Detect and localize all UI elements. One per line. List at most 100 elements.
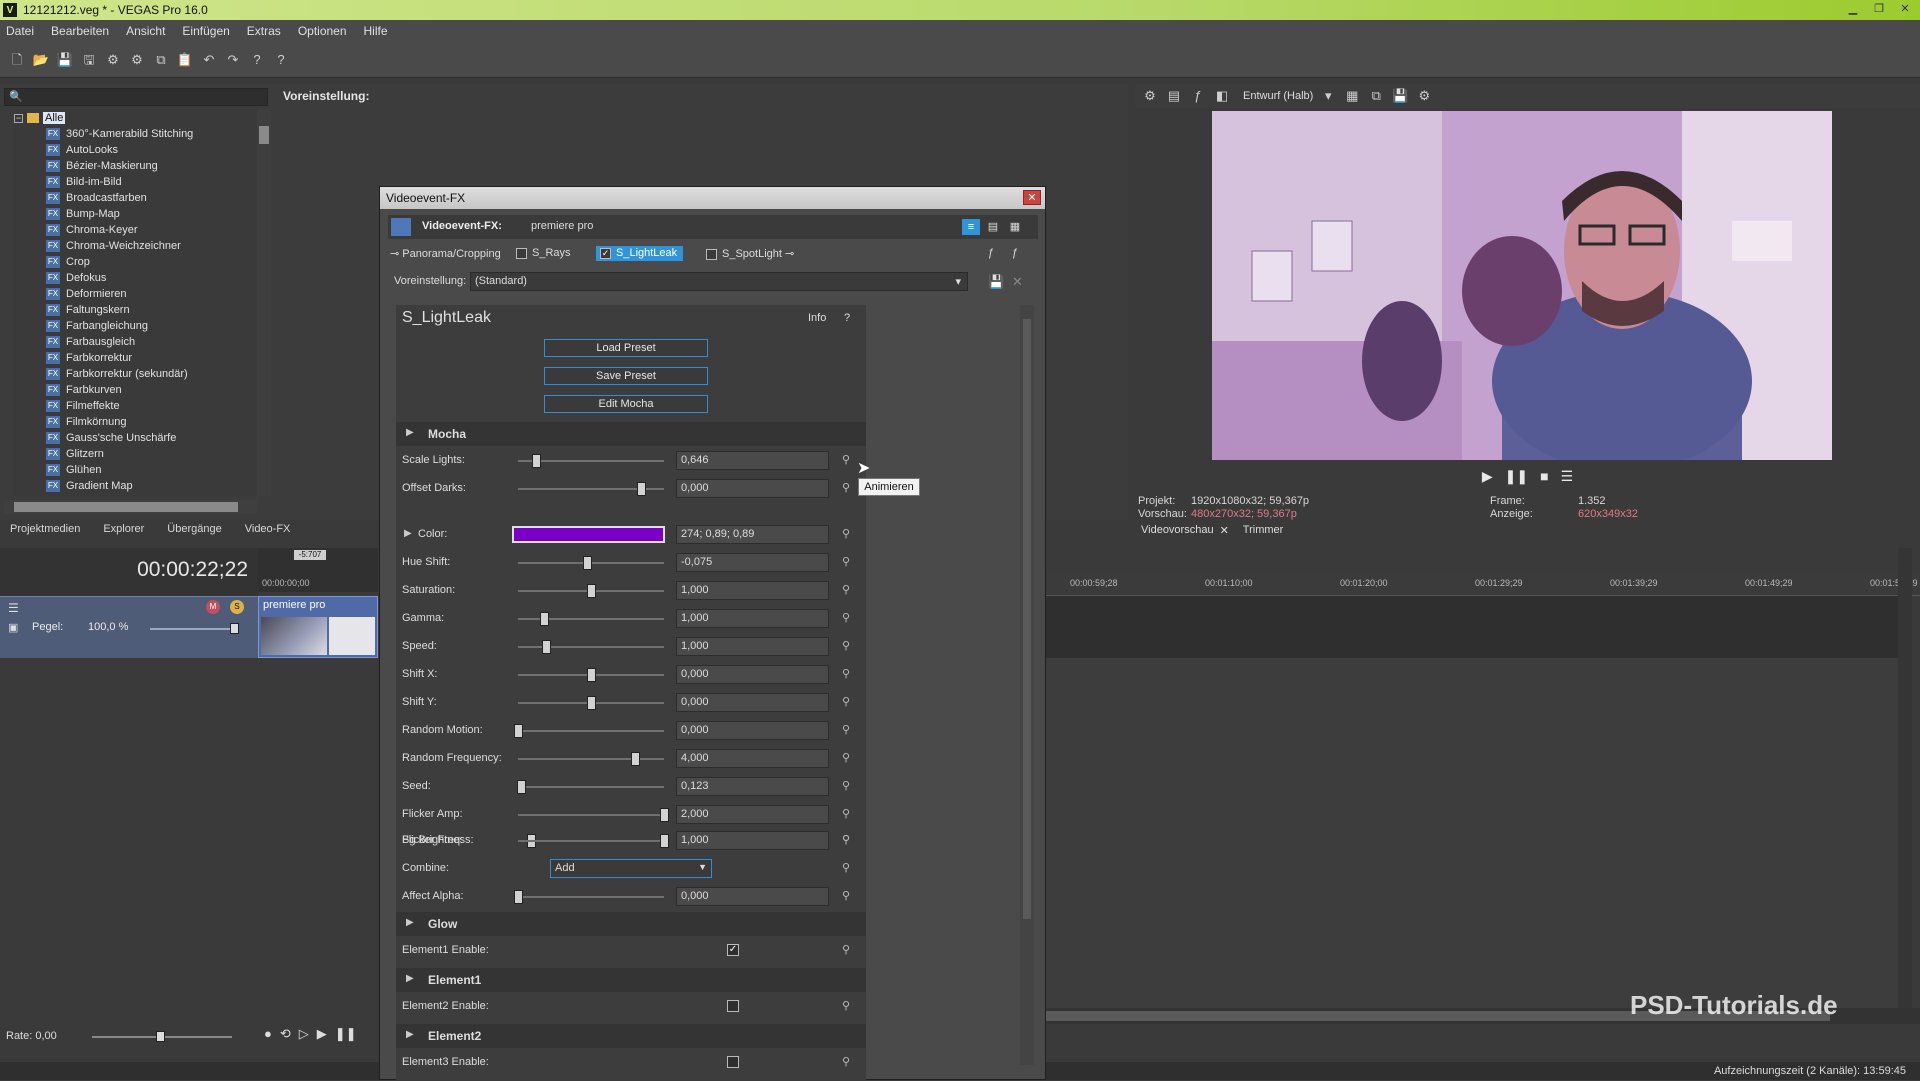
slider-knob[interactable]: [630, 752, 640, 766]
external-monitor-icon[interactable]: ⚙: [1415, 87, 1433, 105]
color-swatch[interactable]: [512, 526, 665, 543]
param-value[interactable]: 1,000: [676, 637, 829, 656]
track-level-slider[interactable]: [150, 623, 239, 634]
slider-knob[interactable]: [531, 454, 541, 468]
chain-item-sspotlight[interactable]: S_SpotLight ⊸: [706, 247, 794, 260]
slider-knob[interactable]: [514, 890, 523, 904]
timeline-ruler-left[interactable]: -5:707 00:00:00;00: [258, 548, 378, 592]
copy-icon[interactable]: ⧉: [152, 51, 170, 69]
param-value[interactable]: 1,000: [676, 831, 829, 850]
dialog-preset-select[interactable]: (Standard) ▾: [470, 272, 968, 291]
animate-keyframe-icon[interactable]: ⚲: [839, 723, 853, 737]
fx-list-item[interactable]: FX AutoLooks: [14, 142, 257, 158]
fx-icon[interactable]: ƒ: [1189, 87, 1207, 105]
fx-search-input[interactable]: 🔍: [4, 88, 268, 106]
section-element1[interactable]: ▶ Element1: [396, 968, 866, 992]
param-slider[interactable]: [518, 752, 664, 766]
delete-preset-icon[interactable]: ✕: [1012, 274, 1023, 290]
tree-root[interactable]: − Alle: [14, 110, 257, 126]
tab-videovorschau[interactable]: Videovorschau: [1141, 524, 1214, 536]
collapse-icon[interactable]: −: [14, 113, 23, 123]
fx-list-item[interactable]: FX Filmkörnung: [14, 414, 257, 430]
edit-mocha-button[interactable]: Edit Mocha: [544, 395, 708, 413]
loop-icon[interactable]: ⟲: [280, 1026, 291, 1042]
tab-uebergaenge[interactable]: Übergänge: [157, 523, 234, 535]
param-slider[interactable]: [518, 640, 664, 654]
undo-icon[interactable]: ↶: [200, 51, 218, 69]
param-value[interactable]: 1,000: [676, 609, 829, 628]
chain-sspotlight-checkbox[interactable]: [706, 248, 717, 260]
param-value[interactable]: 0,000: [676, 693, 829, 712]
copy-snapshot-icon[interactable]: ⧉: [1367, 87, 1385, 105]
param-value[interactable]: 0,000: [676, 721, 829, 740]
fx-list-item[interactable]: FX Farbangleichung: [14, 318, 257, 334]
animate-keyframe-icon[interactable]: ⚲: [839, 555, 853, 569]
record-icon[interactable]: ●: [264, 1026, 272, 1042]
chain-item-slightleak[interactable]: ✓ S_LightLeak: [596, 246, 684, 261]
slider-knob[interactable]: [540, 612, 550, 626]
play-icon[interactable]: ▶: [317, 1026, 327, 1042]
slider-knob[interactable]: [582, 556, 592, 570]
list-view-icon[interactable]: ≡: [962, 219, 980, 235]
expand-arrow-icon[interactable]: ▶: [404, 528, 412, 539]
dialog-close-button[interactable]: ✕: [1023, 190, 1041, 205]
animate-keyframe-icon[interactable]: ⚲: [839, 779, 853, 793]
solo-icon[interactable]: S: [230, 600, 244, 614]
preview-stop-icon[interactable]: ■: [1540, 468, 1548, 484]
tab-explorer[interactable]: Explorer: [93, 523, 157, 535]
slider-knob[interactable]: [660, 808, 669, 822]
menu-bearbeiten[interactable]: Bearbeiten: [51, 24, 109, 38]
chevron-down-icon[interactable]: ▾: [1319, 87, 1337, 105]
tree-horizontal-scrollbar[interactable]: [4, 500, 257, 514]
fx-list-item[interactable]: FX Broadcastfarben: [14, 190, 257, 206]
tab-trimmer[interactable]: Trimmer: [1243, 524, 1284, 536]
fx-list-item[interactable]: FX Deformieren: [14, 286, 257, 302]
preview-quality-select[interactable]: Entwurf (Halb): [1243, 90, 1313, 102]
video-track-header[interactable]: ☰ ▣ M S Pegel: 100,0 %: [0, 596, 258, 658]
animate-keyframe-icon[interactable]: ⚲: [839, 807, 853, 821]
rate-slider[interactable]: [92, 1031, 232, 1042]
fx-list-item[interactable]: FX Crop: [14, 254, 257, 270]
element2-enable-checkbox[interactable]: [727, 1000, 739, 1012]
fx-list-item[interactable]: FX Glitzern: [14, 446, 257, 462]
whats-this-icon[interactable]: ?: [272, 51, 290, 69]
animate-keyframe-icon[interactable]: ⚲: [839, 1055, 853, 1069]
fx-list-item[interactable]: FX Gradient Map: [14, 478, 257, 494]
fx-list-item[interactable]: FX Farbkurven: [14, 382, 257, 398]
details-view-icon[interactable]: ▤: [984, 219, 1002, 235]
preview-settings-gear-icon[interactable]: ⚙: [1141, 87, 1159, 105]
split-screen-icon[interactable]: ◧: [1213, 87, 1231, 105]
element1-enable-checkbox[interactable]: ✓: [727, 944, 739, 956]
preview-menu-icon[interactable]: ☰: [1561, 468, 1574, 485]
fx-list-item[interactable]: FX Bump-Map: [14, 206, 257, 222]
slider-knob[interactable]: [587, 584, 596, 598]
paste-icon[interactable]: 📋: [176, 51, 194, 69]
menu-ansicht[interactable]: Ansicht: [126, 24, 165, 38]
dialog-vertical-scrollbar[interactable]: [1020, 305, 1034, 1065]
animate-keyframe-icon[interactable]: ⚲: [839, 667, 853, 681]
chain-slightleak-checkbox[interactable]: ✓: [600, 247, 611, 259]
maximize-icon[interactable]: ❐: [1868, 2, 1890, 16]
param-value[interactable]: 0,000: [676, 887, 829, 906]
fx-list-item[interactable]: FX Chroma-Weichzeichner: [14, 238, 257, 254]
save-snapshot-icon[interactable]: 💾: [1391, 87, 1409, 105]
animate-keyframe-icon[interactable]: ⚲: [839, 889, 853, 903]
fx-list-item[interactable]: FX Filmeffekte: [14, 398, 257, 414]
param-slider[interactable]: [514, 890, 664, 904]
fx-list-item[interactable]: FX Farbkorrektur (sekundär): [14, 366, 257, 382]
tab-close-icon[interactable]: ✕: [1220, 524, 1229, 537]
animate-keyframe-icon[interactable]: ⚲: [839, 695, 853, 709]
mute-icon[interactable]: M: [206, 600, 220, 614]
fx-list-item[interactable]: FX 360°-Kamerabild Stitching: [14, 126, 257, 142]
param-value[interactable]: 2,000: [676, 805, 829, 824]
open-folder-icon[interactable]: 📂: [32, 51, 50, 69]
animate-keyframe-icon[interactable]: ⚲: [839, 999, 853, 1013]
slider-knob[interactable]: [587, 696, 596, 710]
menu-datei[interactable]: Datei: [6, 24, 34, 38]
menu-extras[interactable]: Extras: [247, 24, 281, 38]
tab-video-fx[interactable]: Video-FX: [235, 523, 304, 535]
slider-knob[interactable]: [514, 724, 523, 738]
redo-icon[interactable]: ↷: [224, 51, 242, 69]
fx-list-item[interactable]: FX Defokus: [14, 270, 257, 286]
combine-select[interactable]: Add ▼: [550, 859, 712, 878]
